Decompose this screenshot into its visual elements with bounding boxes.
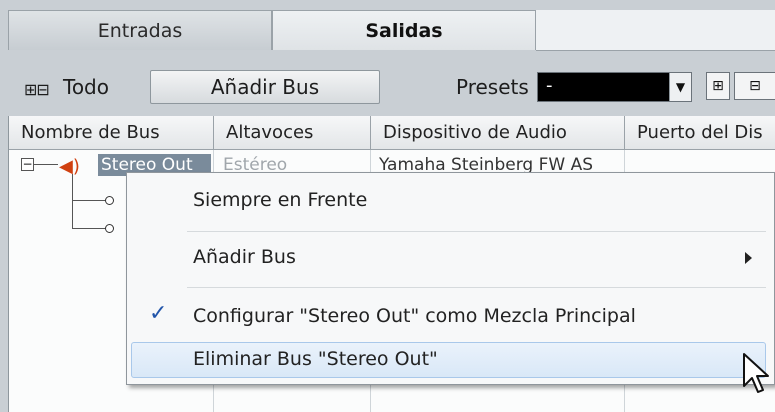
vst-connections-window: Entradas Salidas ⊞⊟ Todo Añadir Bus Pres… xyxy=(0,0,775,412)
checkmark-icon: ✓ xyxy=(149,301,168,326)
speaker-icon: ◀) xyxy=(59,156,80,177)
add-bus-button[interactable]: Añadir Bus xyxy=(150,70,380,104)
menu-item-remove-bus[interactable]: Eliminar Bus "Stereo Out" xyxy=(131,342,766,378)
submenu-arrow-icon xyxy=(745,252,752,264)
remove-preset-icon[interactable]: ⊟ xyxy=(734,72,775,100)
menu-item-label: Añadir Bus xyxy=(193,246,296,268)
column-header-audio-device[interactable]: Dispositivo de Audio xyxy=(371,116,625,150)
tree-connector xyxy=(72,174,73,228)
menu-item-set-main-mix[interactable]: ✓ Configurar "Stereo Out" como Mezcla Pr… xyxy=(127,299,774,335)
tab-bar-empty xyxy=(536,10,775,50)
column-header-device-port[interactable]: Puerto del Dis xyxy=(625,116,775,150)
save-preset-icon[interactable]: ⊞ xyxy=(706,72,730,100)
todo-label: Todo xyxy=(63,75,109,99)
tree-connector xyxy=(34,164,58,165)
menu-separator xyxy=(187,231,766,232)
tree-connector xyxy=(72,200,106,201)
tab-entradas[interactable]: Entradas xyxy=(8,10,272,50)
presets-label: Presets xyxy=(456,75,529,99)
context-menu: Siempre en Frente Añadir Bus ✓ Configura… xyxy=(126,172,775,385)
menu-item-label: Configurar "Stereo Out" como Mezcla Prin… xyxy=(193,305,636,327)
arrow-cursor-icon xyxy=(743,353,769,393)
port-icon xyxy=(105,196,114,205)
port-icon xyxy=(105,224,114,233)
presets-value: - xyxy=(546,75,553,96)
column-header-speakers[interactable]: Altavoces xyxy=(214,116,371,150)
menu-separator xyxy=(187,287,766,288)
collapse-icon[interactable]: − xyxy=(21,158,34,171)
column-header-bus-name[interactable]: Nombre de Bus xyxy=(9,116,214,150)
expand-collapse-icon[interactable]: ⊞⊟ xyxy=(24,80,50,99)
menu-item-label: Siempre en Frente xyxy=(193,189,368,211)
menu-item-always-on-top[interactable]: Siempre en Frente xyxy=(127,183,774,219)
menu-item-add-bus[interactable]: Añadir Bus xyxy=(127,240,774,276)
tree-connector xyxy=(72,228,106,229)
chevron-down-icon[interactable]: ▼ xyxy=(669,73,691,101)
tab-salidas[interactable]: Salidas xyxy=(272,10,536,50)
menu-item-label: Eliminar Bus "Stereo Out" xyxy=(193,348,438,370)
presets-dropdown[interactable]: - ▼ xyxy=(537,72,692,102)
